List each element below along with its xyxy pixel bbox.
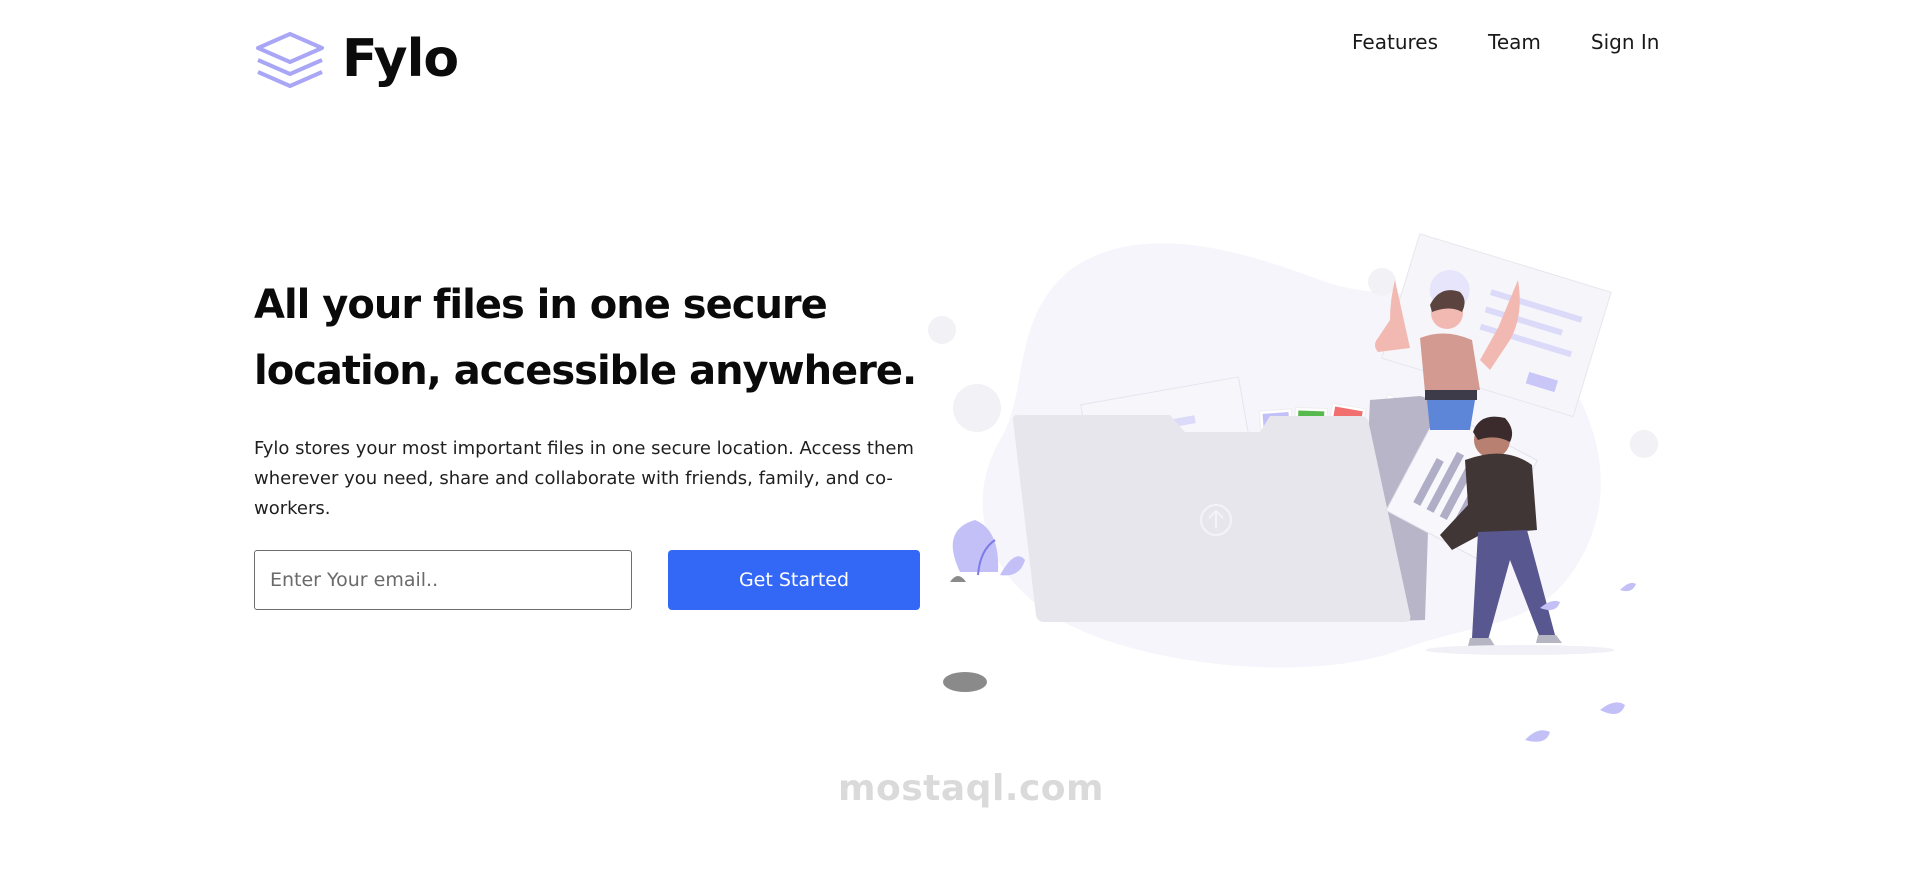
leaf-decoration	[1620, 582, 1636, 592]
leaf-decoration	[1600, 702, 1625, 714]
landing-page: Fylo Features Team Sign In All your file…	[0, 0, 1907, 887]
mostaql-watermark: mostaql.com	[838, 768, 1104, 809]
leaf-decoration	[1525, 730, 1550, 742]
watermark-text: mostaql.com	[838, 768, 1105, 809]
get-started-button[interactable]: Get Started	[668, 550, 920, 610]
ground-shadow	[1425, 645, 1615, 655]
rock-decoration	[943, 672, 987, 692]
decor-circle	[1630, 430, 1658, 458]
nav-features[interactable]: Features	[1352, 30, 1438, 54]
nav-sign-in[interactable]: Sign In	[1591, 30, 1660, 54]
decor-circle	[1368, 268, 1396, 296]
decor-circle	[953, 384, 1001, 432]
hero-headline: All your files in one secure location, a…	[254, 282, 917, 394]
main-nav: Features Team Sign In	[1352, 30, 1659, 54]
file-sharing-illustration	[928, 233, 1658, 742]
hero-description: Fylo stores your most important files in…	[254, 438, 914, 519]
brand-logo[interactable]: Fylo	[254, 28, 459, 90]
brand-name: Fylo	[342, 29, 459, 89]
decor-circle	[928, 316, 956, 344]
layers-icon	[256, 32, 324, 88]
email-input[interactable]	[254, 550, 632, 610]
nav-team[interactable]: Team	[1488, 30, 1541, 54]
